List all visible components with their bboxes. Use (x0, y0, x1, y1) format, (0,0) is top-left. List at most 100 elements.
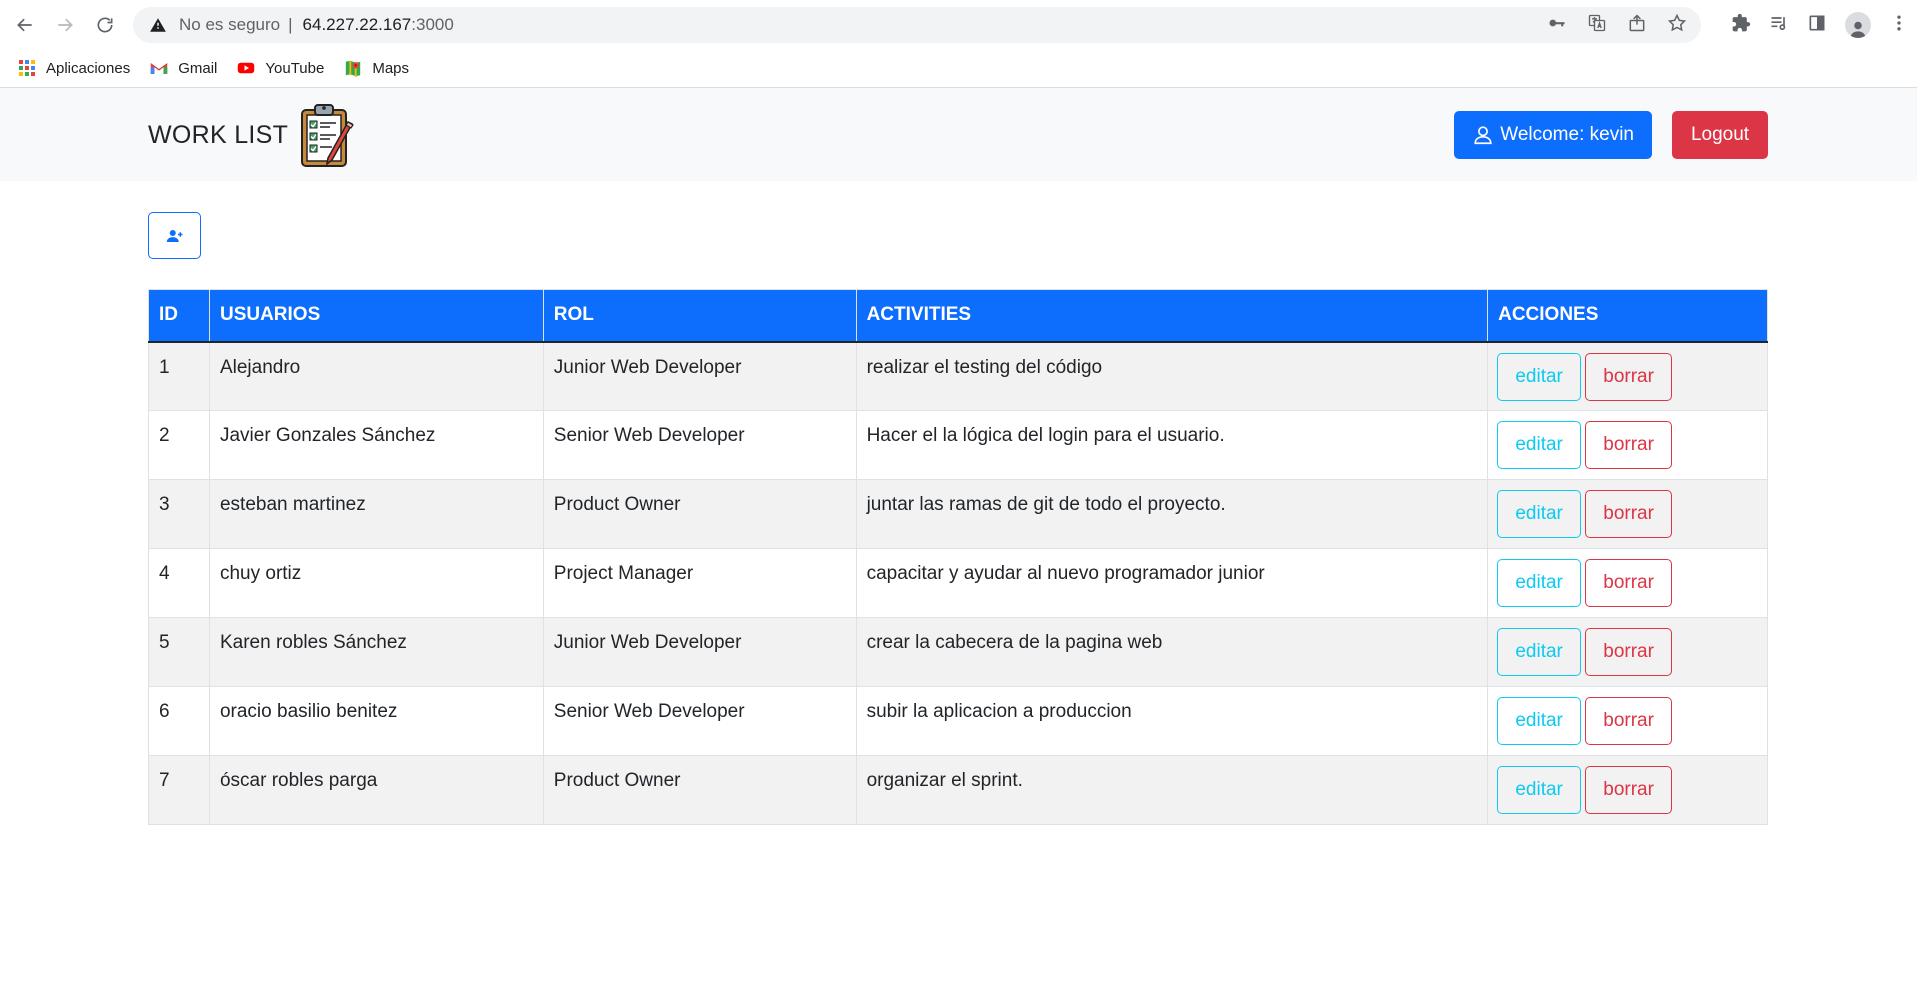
security-label[interactable]: No es seguro (179, 15, 280, 35)
table-row: 7 óscar robles parga Product Owner organ… (148, 755, 1768, 825)
logout-button[interactable]: Logout (1672, 111, 1768, 159)
edit-button[interactable]: editar (1497, 490, 1582, 538)
cell-rol: Product Owner (542, 479, 857, 549)
delete-button[interactable]: borrar (1585, 697, 1673, 745)
cell-actions: editar borrar (1487, 755, 1768, 825)
delete-button[interactable]: borrar (1585, 628, 1673, 676)
cell-actions: editar borrar (1487, 410, 1768, 480)
gmail-icon (150, 63, 168, 74)
apps-grid-icon (19, 60, 35, 76)
profile-avatar-icon[interactable] (1845, 12, 1871, 38)
url-host: 64.227.22.167 (302, 15, 412, 34)
edit-button[interactable]: editar (1497, 421, 1582, 469)
forward-arrow-icon[interactable] (48, 8, 82, 42)
maps-icon (346, 60, 361, 77)
translate-icon[interactable] (1587, 13, 1607, 38)
url-port: :3000 (411, 15, 454, 34)
bookmark-label: Aplicaciones (46, 59, 131, 77)
cell-activity: capacitar y ayudar al nuevo programador … (855, 548, 1489, 618)
edit-button[interactable]: editar (1497, 697, 1582, 745)
table-header-row: ID USUARIOS ROL ACTIVITIES ACCIONES (148, 289, 1768, 343)
cell-rol: Junior Web Developer (542, 617, 857, 687)
clipboard-checklist-icon (301, 104, 355, 167)
header-id: ID (148, 289, 210, 343)
browser-toolbar: No es seguro | 64.227.22.167:3000 (0, 0, 1917, 49)
table-row: 6 oracio basilio benitez Senior Web Deve… (148, 686, 1768, 756)
bookmark-youtube[interactable]: YouTube (237, 59, 324, 77)
app-navbar: WORK LIST Welcome: kevin Logout (0, 88, 1917, 181)
cell-id: 1 (148, 341, 210, 411)
key-icon[interactable] (1547, 13, 1567, 38)
header-rol: ROL (542, 289, 857, 343)
bookmark-maps[interactable]: Maps (344, 59, 409, 77)
star-icon[interactable] (1667, 13, 1687, 38)
edit-button[interactable]: editar (1497, 766, 1582, 814)
user-plus-icon (166, 229, 182, 242)
welcome-label: Welcome: kevin (1500, 124, 1634, 145)
address-bar[interactable]: No es seguro | 64.227.22.167:3000 (133, 7, 1701, 43)
cell-activity: juntar las ramas de git de todo el proye… (855, 479, 1489, 549)
table-row: 3 esteban martinez Product Owner juntar … (148, 479, 1768, 549)
extensions-puzzle-icon[interactable] (1731, 13, 1751, 38)
edit-button[interactable]: editar (1497, 628, 1582, 676)
bookmark-label: Maps (372, 59, 410, 77)
header-acciones: ACCIONES (1487, 289, 1768, 343)
cell-actions: editar borrar (1487, 548, 1768, 618)
cell-actions: editar borrar (1487, 341, 1768, 411)
cell-actions: editar borrar (1487, 617, 1768, 687)
cell-usuario: oracio basilio benitez (208, 686, 544, 756)
delete-button[interactable]: borrar (1585, 421, 1673, 469)
cell-activity: realizar el testing del código (855, 341, 1489, 411)
url-separator: | (288, 15, 293, 34)
brand[interactable]: WORK LIST (148, 102, 356, 168)
cell-id: 6 (148, 686, 210, 756)
cell-id: 4 (148, 548, 210, 618)
bookmark-gmail[interactable]: Gmail (150, 59, 217, 77)
cell-rol: Senior Web Developer (542, 410, 857, 480)
table-row: 5 Karen robles Sánchez Junior Web Develo… (148, 617, 1768, 687)
cell-rol: Junior Web Developer (542, 341, 857, 411)
cell-activity: crear la cabecera de la pagina web (855, 617, 1489, 687)
cell-rol: Project Manager (542, 548, 857, 618)
edit-button[interactable]: editar (1497, 352, 1582, 401)
share-icon[interactable] (1627, 13, 1647, 38)
cell-activity: Hacer el la lógica del login para el usu… (855, 410, 1489, 480)
delete-button[interactable]: borrar (1585, 490, 1673, 538)
delete-button[interactable]: borrar (1585, 352, 1673, 401)
user-icon (1474, 126, 1492, 145)
cell-actions: editar borrar (1487, 686, 1768, 756)
kebab-menu-icon[interactable] (1889, 13, 1909, 38)
users-table: ID USUARIOS ROL ACTIVITIES ACCIONES 1 Al… (148, 289, 1768, 825)
cell-usuario: óscar robles parga (208, 755, 544, 825)
warning-triangle-icon (149, 16, 167, 34)
table-row: 1 Alejandro Junior Web Developer realiza… (148, 341, 1768, 411)
cell-activity: subir la aplicacion a produccion (855, 686, 1489, 756)
back-arrow-icon[interactable] (8, 8, 42, 42)
delete-button[interactable]: borrar (1585, 559, 1673, 607)
side-panel-icon[interactable] (1807, 13, 1827, 38)
header-activities: ACTIVITIES (855, 289, 1489, 343)
cell-id: 5 (148, 617, 210, 687)
cell-usuario: chuy ortiz (208, 548, 544, 618)
add-user-button[interactable] (148, 212, 201, 259)
table-row: 2 Javier Gonzales Sánchez Senior Web Dev… (148, 410, 1768, 480)
reload-icon[interactable] (88, 8, 122, 42)
cell-id: 3 (148, 479, 210, 549)
cell-usuario: Alejandro (208, 341, 544, 411)
cell-usuario: esteban martinez (208, 479, 544, 549)
cell-usuario: Karen robles Sánchez (208, 617, 544, 687)
bookmark-aplicaciones[interactable]: Aplicaciones (18, 59, 130, 77)
cell-actions: editar borrar (1487, 479, 1768, 549)
delete-button[interactable]: borrar (1585, 766, 1673, 814)
edit-button[interactable]: editar (1497, 559, 1582, 607)
youtube-icon (238, 62, 255, 74)
reading-list-icon[interactable] (1769, 13, 1789, 38)
welcome-user-button[interactable]: Welcome: kevin (1454, 111, 1652, 159)
cell-rol: Senior Web Developer (542, 686, 857, 756)
cell-rol: Product Owner (542, 755, 857, 825)
bookmarks-bar: Aplicaciones Gmail YouTube Maps (0, 49, 1917, 88)
cell-activity: organizar el sprint. (855, 755, 1489, 825)
cell-usuario: Javier Gonzales Sánchez (208, 410, 544, 480)
cell-id: 2 (148, 410, 210, 480)
bookmark-label: Gmail (178, 59, 218, 77)
